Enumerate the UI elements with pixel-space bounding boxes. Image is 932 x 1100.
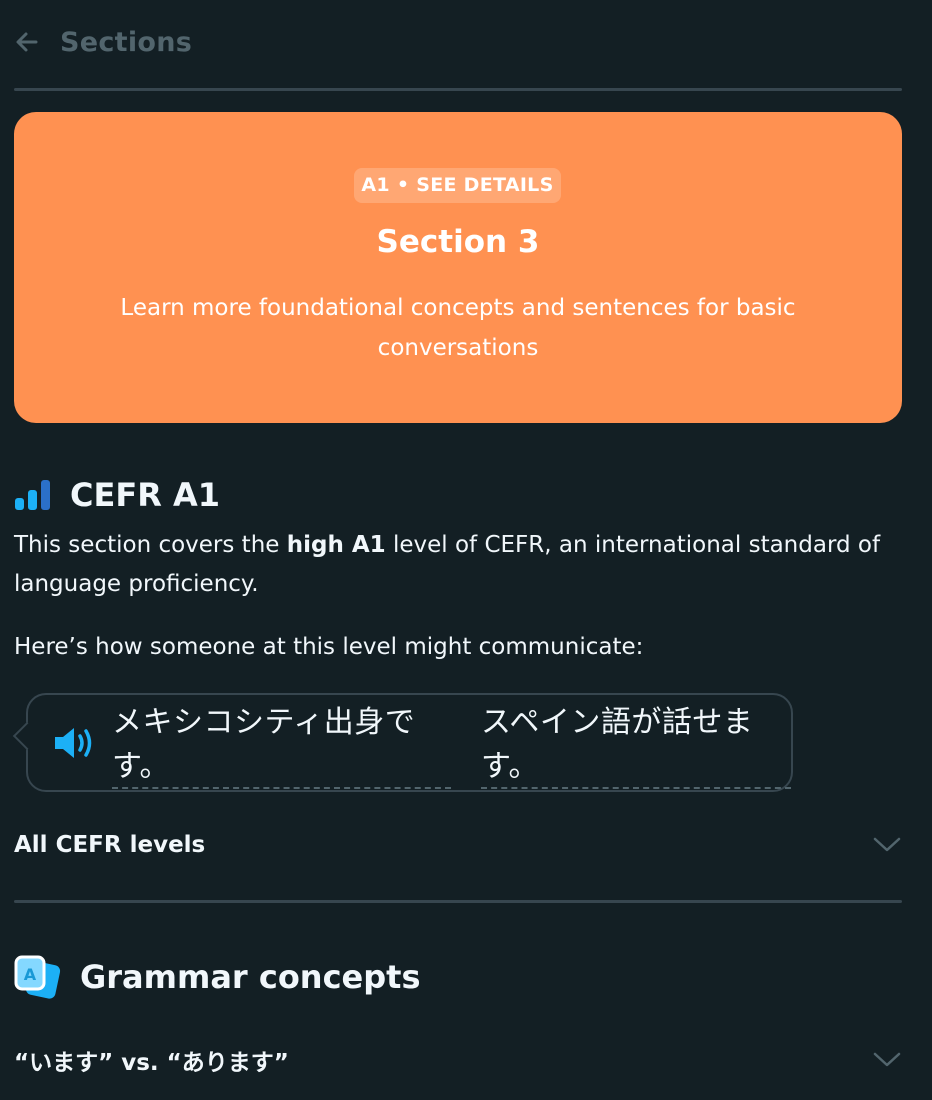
svg-text:A: A — [24, 965, 37, 984]
arrow-left-icon[interactable] — [14, 29, 40, 55]
all-cefr-levels-toggle[interactable]: All CEFR levels — [14, 823, 902, 867]
all-cefr-levels-label: All CEFR levels — [14, 832, 206, 858]
chevron-down-icon — [872, 836, 902, 854]
section-title: Section 3 — [376, 224, 540, 260]
section-description: Learn more foundational concepts and sen… — [120, 295, 796, 361]
header-divider — [14, 88, 902, 91]
grammar-cards-icon: A — [14, 953, 62, 1001]
example-lead: Here’s how someone at this level might c… — [14, 634, 644, 660]
speaker-icon[interactable] — [52, 723, 98, 763]
bubble-tail — [12, 721, 42, 751]
section-card: A1 • SEE DETAILS Section 3 Learn more fo… — [14, 112, 902, 423]
sections-page: Sections A1 • SEE DETAILS Section 3 Lear… — [0, 0, 932, 1100]
example-phrase[interactable]: スペイン語が話せます。 — [480, 697, 791, 789]
grammar-heading: A Grammar concepts — [14, 952, 421, 1002]
example-speech-bubble: メキシコシティ出身です。 スペイン語が話せます。 — [12, 693, 793, 792]
chevron-down-icon — [872, 1051, 902, 1069]
example-sentence: メキシコシティ出身です。 スペイン語が話せます。 — [112, 697, 791, 789]
example-phrase[interactable]: メキシコシティ出身です。 — [112, 697, 451, 789]
page-title[interactable]: Sections — [60, 27, 192, 58]
top-bar: Sections — [14, 22, 192, 62]
cefr-heading: CEFR A1 — [14, 472, 220, 518]
section-divider — [14, 900, 902, 903]
grammar-item-label: “います” vs. “あります” — [14, 1050, 289, 1076]
cefr-level-highlight: high A1 — [286, 532, 386, 558]
cefr-intro: This section covers the high A1 level of… — [14, 526, 914, 604]
see-details-button[interactable]: A1 • SEE DETAILS — [354, 168, 561, 203]
signal-bars-icon — [14, 478, 52, 512]
grammar-title: Grammar concepts — [80, 958, 421, 996]
grammar-item-toggle[interactable]: “います” vs. “あります” — [14, 1038, 902, 1082]
cefr-intro-text: This section covers the — [14, 532, 287, 558]
cefr-title: CEFR A1 — [70, 476, 221, 514]
